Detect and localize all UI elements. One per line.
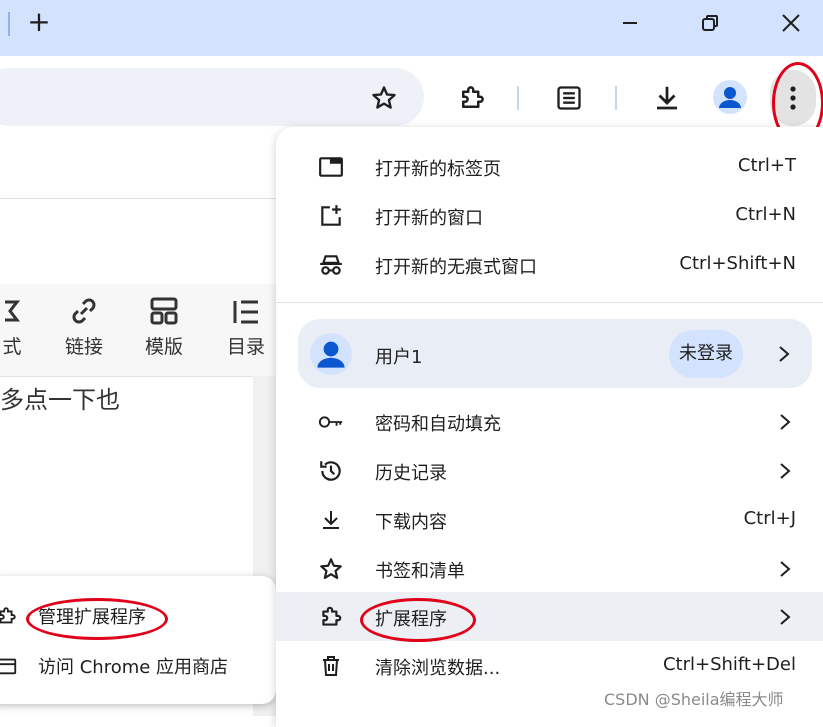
annotation-circle	[360, 598, 476, 642]
extensions-submenu: 管理扩展程序 访问 Chrome 应用商店	[0, 576, 276, 704]
profile-avatar-button[interactable]	[713, 80, 747, 114]
restore-icon	[702, 15, 718, 31]
restore-button[interactable]	[690, 6, 730, 40]
annotation-circle	[26, 598, 168, 640]
bookmark-star-button[interactable]	[364, 78, 404, 118]
toc-icon	[233, 300, 258, 324]
history-icon	[318, 458, 344, 484]
address-bar[interactable]	[0, 68, 424, 126]
download-icon	[318, 507, 344, 533]
menu-item-shortcut: Ctrl+T	[737, 155, 796, 176]
page-divider	[0, 198, 276, 199]
minimize-icon	[623, 22, 637, 24]
minimize-button[interactable]	[610, 6, 650, 40]
chevron-right-icon	[779, 346, 790, 362]
watermark: CSDN @Sheila编程大师	[604, 690, 784, 709]
profile-name: 用户1	[375, 347, 423, 368]
menu-item-label: 打开新的窗口	[375, 208, 483, 229]
new-tab-icon	[318, 154, 344, 180]
menu-item-label: 打开新的标签页	[375, 159, 501, 180]
profile-row[interactable]: 用户1 未登录	[298, 319, 812, 388]
tab-separator	[8, 12, 10, 36]
tool-template[interactable]: 模版	[134, 296, 194, 366]
page-body-text: 多点一下也	[0, 386, 120, 414]
menu-item-label: 下载内容	[375, 512, 447, 533]
incognito-icon	[318, 252, 344, 278]
trash-icon	[318, 653, 344, 679]
chevron-right-icon	[780, 463, 791, 479]
menu-item-shortcut: Ctrl+Shift+N	[679, 253, 796, 274]
reading-list-button[interactable]	[549, 78, 589, 118]
star-icon	[318, 556, 344, 582]
menu-divider	[276, 302, 823, 303]
menu-item-new-tab[interactable]: 打开新的标签页 Ctrl+T	[276, 142, 823, 191]
chevron-right-icon	[780, 561, 791, 577]
menu-item-passwords[interactable]: 密码和自动填充	[276, 397, 823, 446]
menu-item-shortcut: Ctrl+J	[743, 508, 796, 529]
menu-item-label: 历史记录	[375, 463, 447, 484]
menu-item-label: 清除浏览数据...	[375, 658, 501, 679]
new-tab-button[interactable]: +	[26, 8, 52, 36]
downloads-button[interactable]	[647, 78, 687, 118]
star-icon	[372, 86, 396, 109]
menu-item-shortcut: Ctrl+Shift+Del	[662, 654, 796, 675]
template-icon	[150, 297, 178, 325]
tool-link[interactable]: 链接	[54, 296, 114, 366]
menu-item-label: 书签和清单	[375, 561, 465, 582]
format-icon	[5, 300, 21, 322]
puzzle-icon	[318, 604, 344, 630]
tool-label: 链接	[64, 336, 103, 358]
close-button[interactable]	[771, 6, 811, 40]
store-icon	[0, 658, 17, 675]
new-window-icon	[318, 203, 344, 229]
toolbar-separator	[615, 86, 617, 110]
toolbar-separator	[517, 86, 519, 110]
menu-item-label: 密码和自动填充	[375, 414, 501, 435]
close-icon	[782, 14, 800, 32]
person-icon	[719, 87, 741, 108]
submenu-label: 访问 Chrome 应用商店	[38, 657, 229, 678]
signin-status-badge[interactable]: 未登录	[669, 330, 743, 378]
menu-item-shortcut: Ctrl+N	[735, 204, 796, 225]
puzzle-icon	[0, 607, 16, 624]
chevron-right-icon	[780, 414, 791, 430]
key-icon	[318, 409, 344, 435]
menu-item-new-window[interactable]: 打开新的窗口 Ctrl+N	[276, 191, 823, 240]
chrome-web-store-item[interactable]: 访问 Chrome 应用商店	[0, 642, 262, 690]
link-icon	[72, 298, 96, 324]
menu-item-extensions[interactable]: 扩展程序	[276, 592, 823, 641]
reading-list-icon	[557, 86, 581, 110]
menu-item-clear-data[interactable]: 清除浏览数据... Ctrl+Shift+Del	[276, 641, 823, 690]
tool-label: 模版	[144, 336, 183, 358]
profile-avatar	[310, 333, 352, 375]
menu-item-label: 打开新的无痕式窗口	[375, 257, 537, 278]
tool-format[interactable]: 式	[0, 296, 42, 366]
tool-label: 目录	[226, 336, 265, 358]
person-icon	[317, 341, 345, 368]
menu-item-downloads[interactable]: 下载内容 Ctrl+J	[276, 495, 823, 544]
menu-item-bookmarks[interactable]: 书签和清单	[276, 544, 823, 593]
tool-toc[interactable]: 目录	[216, 296, 276, 366]
chevron-right-icon	[780, 609, 791, 625]
menu-item-history[interactable]: 历史记录	[276, 446, 823, 495]
extensions-button[interactable]	[452, 78, 492, 118]
download-icon	[657, 86, 677, 110]
puzzle-icon	[462, 86, 484, 108]
tool-label: 式	[2, 336, 22, 358]
menu-item-incognito[interactable]: 打开新的无痕式窗口 Ctrl+Shift+N	[276, 240, 823, 289]
